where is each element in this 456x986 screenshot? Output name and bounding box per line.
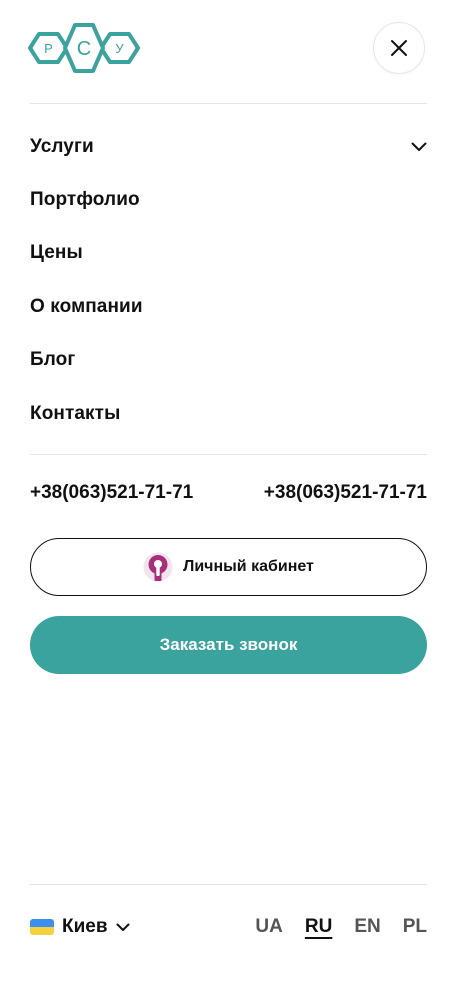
order-call-label: Заказать звонок bbox=[159, 635, 298, 654]
menu-item-prices[interactable]: Цены bbox=[30, 227, 427, 280]
menu-item-about[interactable]: О компании bbox=[30, 280, 427, 333]
phone-link-2[interactable]: +38(063)521-71-71 bbox=[264, 482, 427, 504]
header: Р С У bbox=[0, 0, 456, 104]
header-divider bbox=[30, 103, 427, 104]
menu-item-services[interactable]: Услуги bbox=[30, 120, 427, 173]
close-menu-button[interactable] bbox=[373, 22, 425, 74]
menu-item-label: Услуги bbox=[30, 135, 94, 157]
chevron-down-icon[interactable] bbox=[411, 142, 427, 152]
keyhole-icon bbox=[143, 552, 173, 582]
lang-ru[interactable]: RU bbox=[305, 916, 332, 938]
menu-item-blog[interactable]: Блог bbox=[30, 334, 427, 387]
logo-letter-center: С bbox=[77, 38, 91, 60]
menu-item-label: Блог bbox=[30, 349, 76, 371]
main-menu: Услуги Портфолио Цены О компании Блог Ко… bbox=[30, 120, 427, 440]
lang-ua[interactable]: UA bbox=[255, 916, 282, 938]
chevron-down-icon bbox=[116, 923, 130, 931]
logo-letter-left: Р bbox=[44, 41, 53, 56]
personal-account-button[interactable]: Личный кабинет bbox=[30, 538, 427, 596]
menu-item-label: Цены bbox=[30, 242, 83, 264]
phone-numbers: +38(063)521-71-71 +38(063)521-71-71 bbox=[30, 482, 427, 504]
city-selector[interactable]: Киев bbox=[30, 916, 130, 938]
order-call-button[interactable]: Заказать звонок bbox=[30, 616, 427, 674]
menu-item-label: О компании bbox=[30, 295, 143, 317]
language-switcher: UA RU EN PL bbox=[255, 916, 427, 938]
menu-item-label: Портфолио bbox=[30, 189, 140, 211]
menu-item-label: Контакты bbox=[30, 402, 121, 424]
logo[interactable]: Р С У bbox=[28, 21, 140, 75]
lang-pl[interactable]: PL bbox=[403, 916, 427, 938]
footer-divider bbox=[30, 884, 427, 885]
menu-divider bbox=[30, 454, 427, 455]
phone-link-1[interactable]: +38(063)521-71-71 bbox=[30, 482, 193, 504]
personal-account-label: Личный кабинет bbox=[183, 558, 314, 575]
footer: Киев UA RU EN PL bbox=[30, 906, 427, 950]
menu-item-portfolio[interactable]: Портфолио bbox=[30, 173, 427, 226]
city-label: Киев bbox=[62, 916, 108, 937]
menu-item-contacts[interactable]: Контакты bbox=[30, 387, 427, 440]
close-icon bbox=[391, 40, 407, 56]
logo-letter-right: У bbox=[115, 41, 124, 56]
ukraine-flag-icon bbox=[30, 919, 54, 935]
lang-en[interactable]: EN bbox=[354, 916, 380, 938]
